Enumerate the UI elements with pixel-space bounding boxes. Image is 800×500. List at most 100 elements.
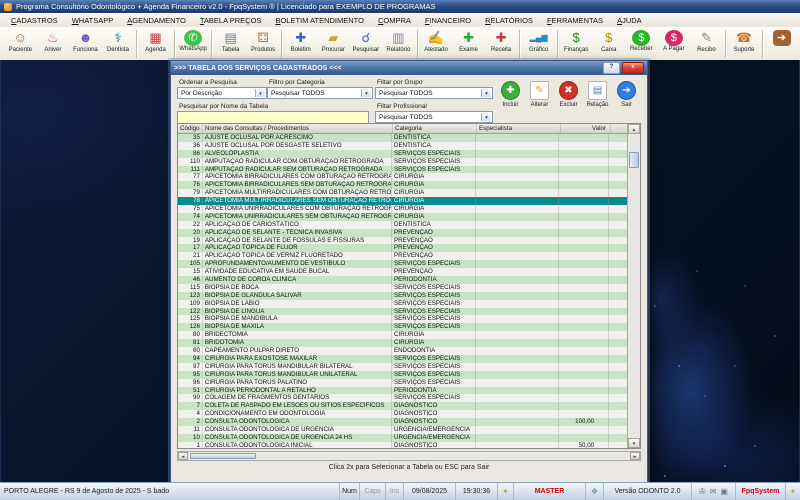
menu-item-boletim-atendimento[interactable]: BOLETIM ATENDIMENTO xyxy=(268,14,371,27)
suporte-button[interactable]: ☎Suporte xyxy=(728,29,761,53)
table-row[interactable]: 76APICETOMIA BIRRADICULARES SEM OBTURAÇÃ… xyxy=(178,181,628,189)
table-row[interactable]: 77APICETOMIA BIRRADICULARES COM OBTURAÇÃ… xyxy=(178,173,628,181)
window-help-button[interactable]: ? xyxy=(603,62,620,74)
horizontal-scrollbar[interactable]: ◄ ► xyxy=(177,451,641,461)
chevron-down-icon[interactable]: ▼ xyxy=(361,89,371,97)
table-row[interactable]: 109BIÓPSIA DE LÁBIOSERVIÇOS ESPECIAIS xyxy=(178,300,628,308)
recibo-button[interactable]: ✎Recibo xyxy=(690,29,723,53)
menu-item-financeiro[interactable]: FINANCEIRO xyxy=(418,14,478,27)
table-row[interactable]: 78APICETOMIA MULTIRRADICULARES SEM OBTUR… xyxy=(178,197,628,205)
table-row[interactable]: 79APICETOMIA MULTIRRADICULARES COM OBTUR… xyxy=(178,189,628,197)
table-row[interactable]: 21APLICAÇÃO TÓPICA DE VERNIZ FLUORETADOP… xyxy=(178,252,628,260)
table-row[interactable]: 96CIRURGIA PARA TORUS PALATINOSERVIÇOS E… xyxy=(178,379,628,387)
table-row[interactable]: 81BRIDOTOMIACIRURGIA xyxy=(178,339,628,347)
monitor-icon[interactable]: ▣ xyxy=(720,487,728,496)
menu-item-ajuda[interactable]: AJUDA xyxy=(610,14,649,27)
receber-button[interactable]: $Receber xyxy=(625,29,658,52)
atestado-button[interactable]: ✍Atestado xyxy=(420,29,453,53)
alterar-button[interactable]: ✎Alterar xyxy=(526,81,553,108)
table-row[interactable]: 4CONDICIONAMENTO EM ODONTOLOGIADIAGNÓSTI… xyxy=(178,410,628,418)
produtos-button[interactable]: ⚃Produtos xyxy=(247,29,280,53)
menu-item-relat-rios[interactable]: RELATÓRIOS xyxy=(478,14,540,27)
table-row[interactable]: 35AJUSTE OCLUSAL POR ACRÉSCIMODENTISTICA xyxy=(178,134,628,142)
relatorio-button[interactable]: ▥Relatório xyxy=(382,29,415,53)
grupo-select[interactable]: Pesquisar TODOS ▼ xyxy=(375,87,493,99)
tabela-button[interactable]: ▤Tabela xyxy=(214,29,247,53)
exame-button[interactable]: ✚Exame xyxy=(452,29,485,53)
excluir-button[interactable]: ✖Excluir xyxy=(555,81,582,108)
chevron-down-icon[interactable]: ▼ xyxy=(481,113,491,121)
apagar-button[interactable]: $A Pagar xyxy=(658,29,691,52)
funciona-button[interactable]: ☻Funciona xyxy=(69,29,102,53)
table-row[interactable]: 22APLICAÇÃO DE CARIOSTÁTICODENTÍSTICA xyxy=(178,221,628,229)
aniver-button[interactable]: ♨Aniver xyxy=(37,29,70,53)
procurar-button[interactable]: ▰Procurar xyxy=(317,29,350,53)
table-row[interactable]: 11CONSULTA ODONTOLÓGICA DE URGÊNCIAURGÊN… xyxy=(178,426,628,434)
table-row[interactable]: 15ATIVIDADE EDUCATIVA EM SAÚDE BUCALPREV… xyxy=(178,268,628,276)
menu-item-compra[interactable]: COMPRA xyxy=(371,14,418,27)
table-row[interactable]: 97CIRURGIA PARA TORUS MANDIBULAR BILATER… xyxy=(178,363,628,371)
table-row[interactable]: 110AMPUTAÇÃO RADICULAR COM OBTURAÇÃO RET… xyxy=(178,158,628,166)
profissional-select[interactable]: Pesquisar TODOS ▼ xyxy=(375,111,493,123)
dentista-button[interactable]: ⚕Dentista xyxy=(102,29,135,53)
table-row[interactable]: 51CIRURGIA PERIODONTAL A RETALHOPERIODON… xyxy=(178,387,628,395)
table-row[interactable]: 125BIÓPSIA DE MANDÍBULASERVIÇOS ESPECIAI… xyxy=(178,315,628,323)
table-row[interactable]: 111AMPUTAÇÃO RADICULAR SEM OBTURAÇÃO RET… xyxy=(178,166,628,174)
column-header-0[interactable]: Código xyxy=(178,124,202,133)
printer-icon[interactable]: ✉ xyxy=(710,487,717,496)
scroll-left-icon[interactable]: ◄ xyxy=(178,452,188,460)
menu-item-whatsapp[interactable]: WHATSAPP xyxy=(65,14,121,27)
menu-item-agendamento[interactable]: AGENDAMENTO xyxy=(120,14,193,27)
table-row[interactable]: 10CONSULTA ODONTOLÓGICA DE URGÊNCIA 24 H… xyxy=(178,434,628,442)
caixa-button[interactable]: $Caixa xyxy=(592,29,625,53)
table-row[interactable]: 46AUMENTO DE COROA CLINICAPERIODONTIA xyxy=(178,276,628,284)
vertical-scrollbar[interactable]: ▲ ▼ xyxy=(627,124,640,448)
window-close-button[interactable]: x xyxy=(622,62,644,74)
sair-button[interactable]: ➔Sair xyxy=(613,81,640,108)
scroll-right-icon[interactable]: ► xyxy=(630,452,640,460)
chevron-down-icon[interactable]: ▼ xyxy=(255,89,265,97)
column-header-3[interactable]: Especialista xyxy=(476,124,560,133)
table-row[interactable]: 90COLAGEM DE FRAGMENTOS DENTÁRIOSSERVIÇO… xyxy=(178,394,628,402)
table-row[interactable]: 19APLICAÇÃO DE SELANTE DE FÓSSULAS E FIS… xyxy=(178,237,628,245)
sair-app-button[interactable]: ➔ xyxy=(765,29,798,46)
menu-item-ferramentas[interactable]: FERRAMENTAS xyxy=(540,14,610,27)
table-row[interactable]: 86ALVEOLOPLASTIASERVIÇOS ESPECIAIS xyxy=(178,150,628,158)
categoria-select[interactable]: Pesquisar TODOS ▼ xyxy=(267,87,373,99)
incluir-button[interactable]: ✚Incluir xyxy=(497,81,524,108)
vertical-scroll-thumb[interactable] xyxy=(629,152,639,168)
receita-button[interactable]: ✚Receita xyxy=(485,29,518,53)
chevron-down-icon[interactable]: ▼ xyxy=(481,89,491,97)
table-row[interactable]: 20APLICAÇÃO DE SELANTE - TÉCNICA INVASIV… xyxy=(178,229,628,237)
table-row[interactable]: 17APLICAÇÃO TÓPICA DE FLÚORPREVENÇÃO xyxy=(178,244,628,252)
table-row[interactable]: 36AJUSTE OCLUSAL POR DESGASTE SELETIVODE… xyxy=(178,142,628,150)
table-row[interactable]: 95CIRURGIA PARA TORUS MANDIBULAR UNILATE… xyxy=(178,371,628,379)
table-row[interactable]: 80BRIDECTOMIACIRURGIA xyxy=(178,331,628,339)
network-icon[interactable]: ✇ xyxy=(699,487,706,496)
agenda-button[interactable]: ▦Agenda xyxy=(139,29,172,53)
whatsapp-button[interactable]: ✆WhatsApp xyxy=(177,29,210,52)
pesquisar-button[interactable]: ☌Pesquisar xyxy=(350,29,383,53)
column-header-1[interactable]: Nome das Consultas / Procedimentos xyxy=(202,124,392,133)
table-row[interactable]: 105APROFUNDAMENTO/AUMENTO DE VESTIBULOSE… xyxy=(178,260,628,268)
horizontal-scroll-thumb[interactable] xyxy=(190,453,256,459)
grafico-button[interactable]: ▂▄▆Gráfico xyxy=(522,29,555,53)
table-row[interactable]: 74APICETOMIA UNIRRADICULARES SEM OBTURAÇ… xyxy=(178,213,628,221)
table-row[interactable]: 1CONSULTA ODONTOLÓGICA INICIALDIAGNÓSTIC… xyxy=(178,442,628,449)
menu-item-cadastros[interactable]: CADASTROS xyxy=(4,14,65,27)
table-row[interactable]: 75APICETOMIA UNIRRADICULARES COM OBTURAÇ… xyxy=(178,205,628,213)
table-row[interactable]: 126BIÓPSIA DE MAXILASERVIÇOS ESPECIAIS xyxy=(178,323,628,331)
ordenar-select[interactable]: Por Descrição ▼ xyxy=(177,87,267,99)
scroll-up-icon[interactable]: ▲ xyxy=(628,124,640,134)
menu-item-tabela-pre-os[interactable]: TABELA PREÇOS xyxy=(193,14,269,27)
boletim-button[interactable]: ✚Boletim xyxy=(284,29,317,53)
table-row[interactable]: 94CIRURGIA PARA EXOSTOSE MAXILARSERVIÇOS… xyxy=(178,355,628,363)
table-row[interactable]: 122BIÓPSIA DE LÍNGUASERVIÇOS ESPECIAIS xyxy=(178,308,628,316)
table-row[interactable]: 123BIOPSIA DE GLÂNDULA SALIVARSERVIÇOS E… xyxy=(178,292,628,300)
financas-button[interactable]: $Finanças xyxy=(560,29,593,53)
table-row[interactable]: 60CAPEAMENTO PULPAR DIRETOENDODONTIA xyxy=(178,347,628,355)
column-header-2[interactable]: Categoria xyxy=(392,124,476,133)
paciente-button[interactable]: ☺Paciente xyxy=(4,29,37,53)
table-row[interactable]: 7COLETA DE RASPADO EM LESÕES OU SÍTIOS E… xyxy=(178,402,628,410)
table-row[interactable]: 2CONSULTA ODONTOLÓGICADIAGNÓSTICO100,00 xyxy=(178,418,628,426)
